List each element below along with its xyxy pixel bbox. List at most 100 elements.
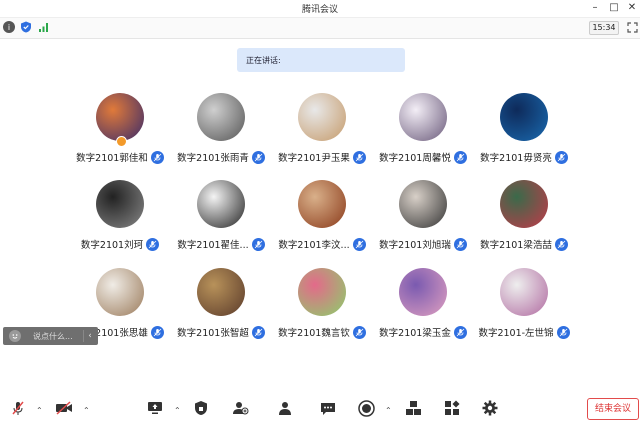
participant-avatar [298, 268, 346, 316]
mic-icon [352, 237, 366, 251]
gear-icon [482, 400, 498, 416]
mic-icon [453, 150, 467, 164]
mic-icon [556, 325, 570, 339]
mic-icon [554, 237, 568, 251]
participant-tile[interactable]: 数字2101梁玉金 [368, 263, 478, 343]
mic-icon [150, 325, 164, 339]
participant-name-row: 数字2101魏言钦 [267, 325, 377, 339]
participant-tile[interactable]: 数字2101翟佳... [166, 175, 276, 255]
video-options-chevron-icon[interactable]: ⌃ [83, 406, 90, 415]
record-button[interactable] [357, 399, 375, 417]
add-user-icon [232, 402, 248, 415]
camera-off-icon [56, 401, 72, 415]
stop-video-button[interactable] [55, 399, 73, 417]
participant-avatar [96, 180, 144, 228]
host-badge-icon [116, 136, 127, 147]
participant-name-row: 数字2101李汶... [267, 237, 377, 251]
participant-name-row: 数字2101-左世锦 [469, 325, 579, 339]
participant-name-row: 数字2101梁浩喆 [469, 237, 579, 251]
chat-bubble-icon [321, 402, 335, 415]
participants-icon [279, 402, 291, 415]
mic-icon [453, 325, 467, 339]
participant-tile[interactable]: 数字2101张智超 [166, 263, 276, 343]
mic-muted-icon [12, 401, 24, 415]
participant-avatar [500, 180, 548, 228]
info-icon[interactable]: i [3, 21, 15, 33]
mic-icon [251, 150, 265, 164]
meeting-timer: 15:34 [589, 21, 619, 35]
emoji-icon[interactable] [9, 330, 21, 342]
participant-tile[interactable]: 数字2101李汶... [267, 175, 377, 255]
participants-button[interactable] [276, 399, 294, 417]
participant-avatar [500, 268, 548, 316]
participant-name: 数字2101尹玉果 [278, 153, 350, 164]
mic-icon [453, 237, 467, 251]
mic-options-chevron-icon[interactable]: ⌃ [36, 406, 43, 415]
participant-name: 数字2101刘珂 [80, 240, 144, 251]
participant-avatar [96, 93, 144, 141]
participant-tile[interactable]: 数字2101-左世锦 [469, 263, 579, 343]
participant-tile[interactable]: 数字2101尹玉果 [267, 88, 377, 168]
speaking-label: 正在讲话: [246, 56, 281, 65]
record-icon [357, 399, 375, 417]
mic-icon [352, 150, 366, 164]
participant-avatar [399, 268, 447, 316]
participant-tile[interactable]: 数字2101梁浩喆 [469, 175, 579, 255]
share-options-chevron-icon[interactable]: ⌃ [174, 406, 181, 415]
shield-icon[interactable] [20, 21, 32, 33]
participant-name-row: 数字2101周馨悦 [368, 150, 478, 164]
chat-input[interactable]: 说点什么... ‹ [3, 327, 98, 345]
participant-name-row: 数字2101郭佳和 [65, 150, 175, 164]
minimize-icon[interactable]: – [588, 1, 602, 15]
breakout-rooms-icon [405, 401, 421, 415]
maximize-icon[interactable]: □ [607, 1, 621, 15]
participant-name: 数字2101毋贤亮 [480, 153, 552, 164]
close-icon[interactable]: ✕ [625, 1, 639, 15]
participant-tile[interactable]: 数字2101魏言钦 [267, 263, 377, 343]
participant-tile[interactable]: 数字2101刘旭瑞 [368, 175, 478, 255]
participant-name-row: 数字2101刘珂 [65, 237, 175, 251]
share-screen-button[interactable] [146, 399, 164, 417]
participant-avatar [399, 93, 447, 141]
mute-mic-button[interactable] [9, 399, 27, 417]
participant-name-row: 数字2101张雨青 [166, 150, 276, 164]
breakout-rooms-button[interactable] [404, 399, 422, 417]
participant-avatar [197, 268, 245, 316]
mic-icon [150, 150, 164, 164]
participant-avatar [399, 180, 447, 228]
security-button[interactable] [192, 399, 210, 417]
mic-icon [251, 237, 265, 251]
participant-name-row: 数字2101刘旭瑞 [368, 237, 478, 251]
fullscreen-icon[interactable] [626, 21, 638, 33]
title-bar: 腾讯会议 – □ ✕ [0, 0, 640, 16]
participant-name: 数字2101梁浩喆 [480, 240, 552, 251]
speaking-indicator: 正在讲话: [237, 48, 405, 72]
collapse-chevron-icon[interactable]: ‹ [83, 330, 96, 342]
settings-button[interactable] [481, 399, 499, 417]
participant-tile[interactable]: 数字2101张雨青 [166, 88, 276, 168]
participant-tile[interactable]: 数字2101毋贤亮 [469, 88, 579, 168]
participant-tile[interactable]: 数字2101郭佳和 [65, 88, 175, 168]
mic-icon [251, 325, 265, 339]
share-screen-icon [148, 402, 162, 414]
end-meeting-button[interactable]: 结束会议 [587, 398, 639, 420]
invite-button[interactable] [231, 399, 249, 417]
apps-button[interactable] [443, 399, 461, 417]
mic-icon [554, 150, 568, 164]
record-options-chevron-icon[interactable]: ⌃ [385, 406, 392, 415]
participant-name-row: 数字2101尹玉果 [267, 150, 377, 164]
apps-grid-icon [445, 400, 460, 415]
chat-placeholder: 说点什么... [33, 332, 73, 341]
participant-name: 数字2101周馨悦 [379, 153, 451, 164]
participant-avatar [298, 180, 346, 228]
participant-name: 数字2101-左世锦 [478, 328, 554, 339]
participant-name: 数字2101张智超 [177, 328, 249, 339]
participant-avatar [96, 268, 144, 316]
participant-tile[interactable]: 数字2101周馨悦 [368, 88, 478, 168]
participant-tile[interactable]: 数字2101刘珂 [65, 175, 175, 255]
chat-button[interactable] [319, 399, 337, 417]
participant-avatar [298, 93, 346, 141]
participant-name-row: 数字2101梁玉金 [368, 325, 478, 339]
signal-icon[interactable] [38, 21, 50, 33]
participant-avatar [197, 93, 245, 141]
